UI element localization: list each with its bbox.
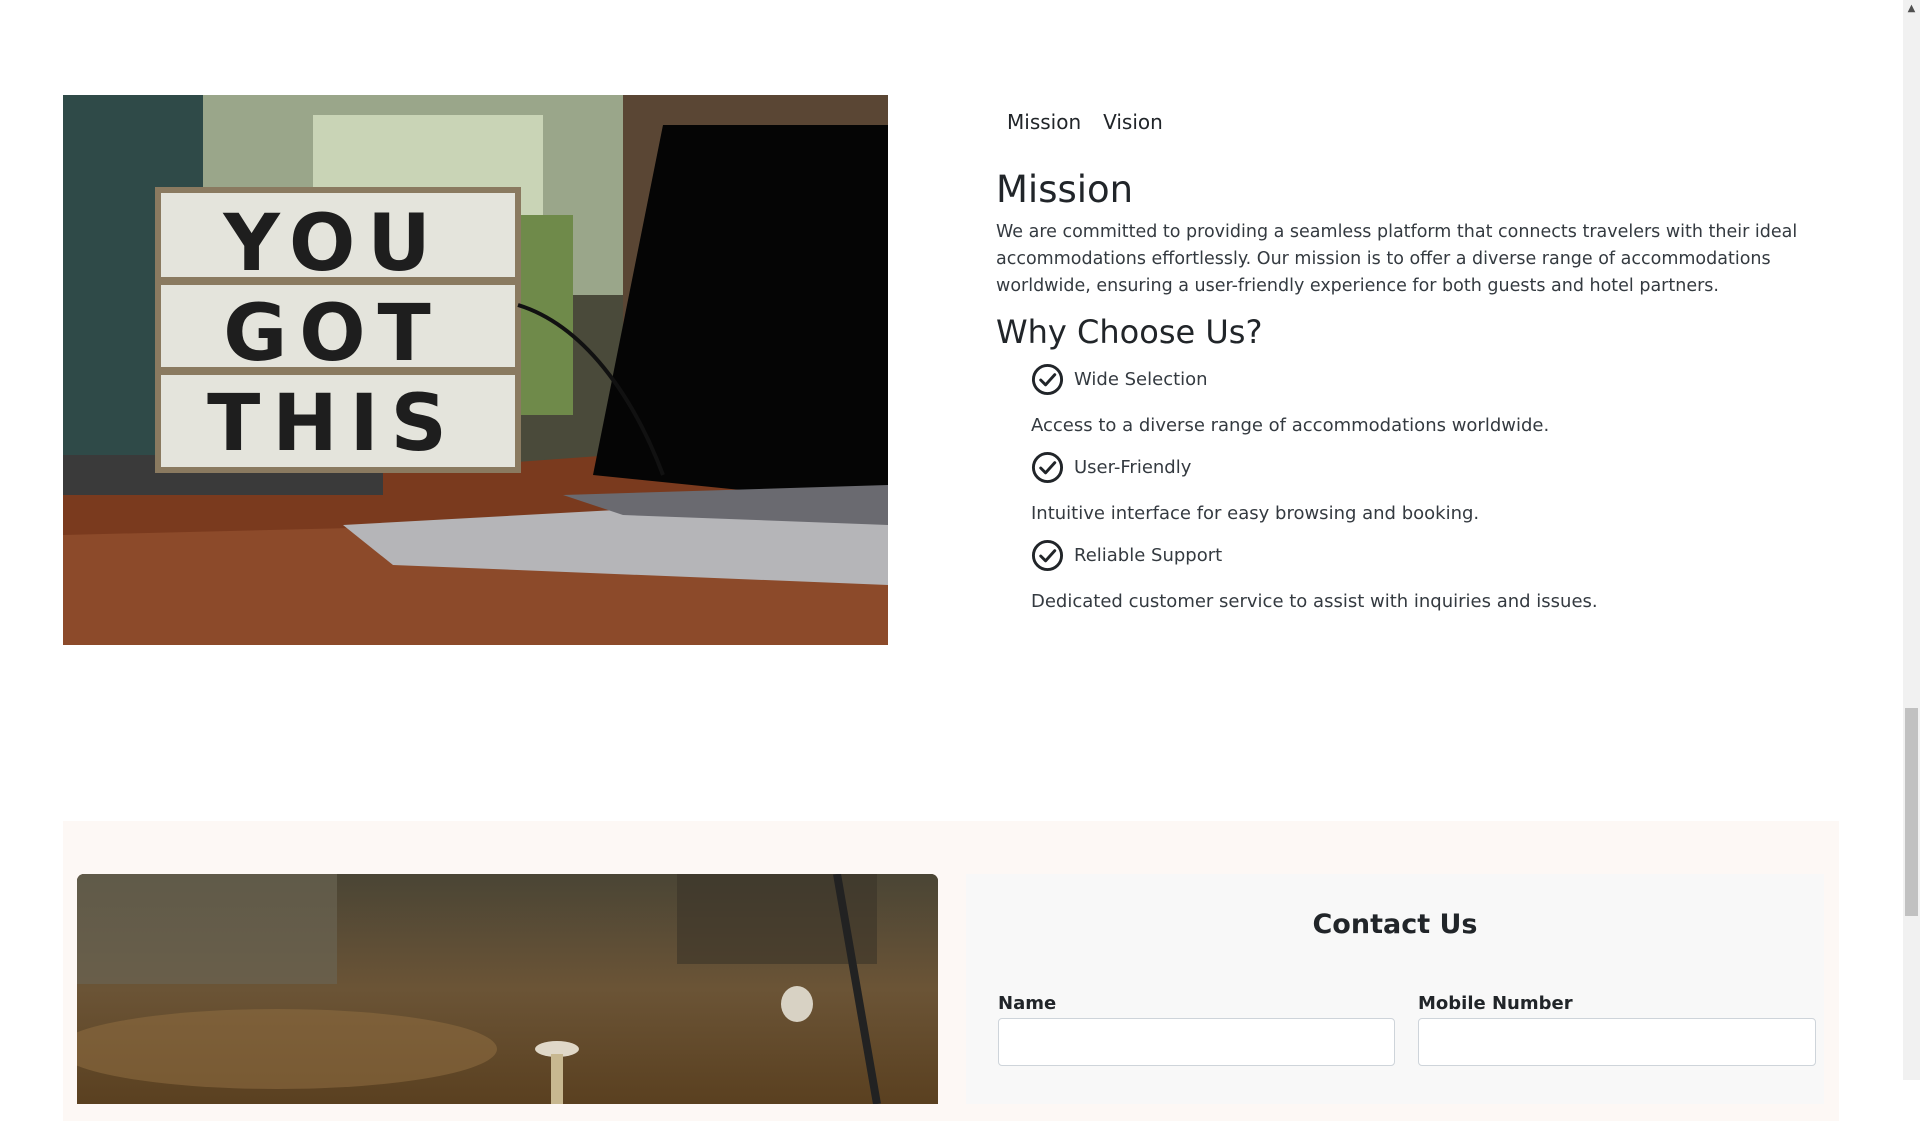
check-circle-icon: [1031, 363, 1064, 395]
sign-line-2: GOT: [223, 289, 443, 379]
sign-line-3: THIS: [207, 379, 459, 469]
tab-vision[interactable]: Vision: [1092, 104, 1174, 140]
mission-vision-tabs: Mission Vision: [996, 104, 1174, 140]
scroll-up-arrow-icon[interactable]: ▲: [1903, 0, 1920, 17]
feature-title: User-Friendly: [1074, 456, 1192, 478]
check-circle-icon: [1031, 451, 1064, 483]
sign-line-1: YOU: [222, 199, 442, 289]
mission-heading: Mission: [996, 168, 1134, 211]
scrollbar-thumb[interactable]: [1905, 708, 1918, 916]
feature-item-wide-selection: Wide Selection Access to a diverse range…: [1031, 362, 1851, 436]
feature-title: Wide Selection: [1074, 368, 1208, 390]
check-circle-icon: [1031, 539, 1064, 571]
feature-description: Access to a diverse range of accommodati…: [1031, 415, 1550, 436]
mobile-number-input[interactable]: [1418, 1018, 1816, 1066]
contact-image: [77, 874, 938, 1104]
page-scrollbar[interactable]: ▲: [1903, 0, 1920, 1080]
feature-item-user-friendly: User-Friendly Intuitive interface for ea…: [1031, 450, 1851, 524]
hero-image: YOU GOT THIS: [63, 95, 888, 645]
contact-form-card: Contact Us Name Mobile Number: [966, 874, 1824, 1104]
name-input[interactable]: [998, 1018, 1395, 1066]
tab-mission[interactable]: Mission: [996, 104, 1092, 140]
mobile-number-label: Mobile Number: [1418, 993, 1573, 1014]
name-label: Name: [998, 993, 1057, 1014]
why-choose-us-heading: Why Choose Us?: [996, 313, 1263, 351]
feature-title: Reliable Support: [1074, 544, 1223, 566]
feature-description: Intuitive interface for easy browsing an…: [1031, 503, 1480, 524]
contact-heading: Contact Us: [1312, 909, 1478, 940]
feature-description: Dedicated customer service to assist wit…: [1031, 591, 1598, 612]
feature-item-reliable-support: Reliable Support Dedicated customer serv…: [1031, 538, 1851, 612]
mission-description: We are committed to providing a seamless…: [996, 222, 1798, 296]
